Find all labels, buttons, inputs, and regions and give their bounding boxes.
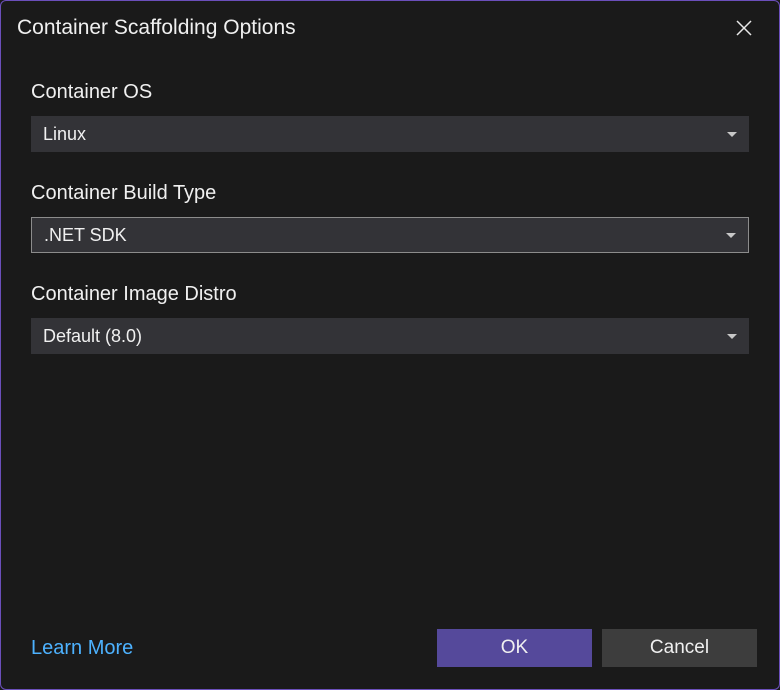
dialog-content: Container OS Linux Container Build Type …	[1, 51, 779, 629]
container-image-distro-value: Default (8.0)	[43, 326, 142, 347]
container-image-distro-field: Container Image Distro Default (8.0)	[31, 283, 749, 354]
cancel-button[interactable]: Cancel	[602, 629, 757, 667]
container-build-type-field: Container Build Type .NET SDK	[31, 182, 749, 253]
container-os-label: Container OS	[31, 81, 749, 104]
chevron-down-icon	[726, 233, 736, 238]
scaffolding-options-dialog: Container Scaffolding Options Container …	[0, 0, 780, 690]
chevron-down-icon	[727, 334, 737, 339]
learn-more-link[interactable]: Learn More	[31, 637, 133, 660]
close-icon	[735, 19, 753, 37]
container-build-type-dropdown[interactable]: .NET SDK	[31, 217, 749, 253]
close-button[interactable]	[731, 15, 757, 41]
dialog-buttons: OK Cancel	[437, 629, 757, 667]
container-image-distro-dropdown[interactable]: Default (8.0)	[31, 318, 749, 354]
titlebar: Container Scaffolding Options	[1, 1, 779, 51]
dialog-footer: Learn More OK Cancel	[1, 629, 779, 689]
container-os-value: Linux	[43, 124, 86, 145]
ok-button[interactable]: OK	[437, 629, 592, 667]
container-os-field: Container OS Linux	[31, 81, 749, 152]
container-build-type-value: .NET SDK	[44, 225, 127, 246]
container-os-dropdown[interactable]: Linux	[31, 116, 749, 152]
chevron-down-icon	[727, 132, 737, 137]
dialog-title: Container Scaffolding Options	[17, 16, 296, 40]
container-build-type-label: Container Build Type	[31, 182, 749, 205]
container-image-distro-label: Container Image Distro	[31, 283, 749, 306]
